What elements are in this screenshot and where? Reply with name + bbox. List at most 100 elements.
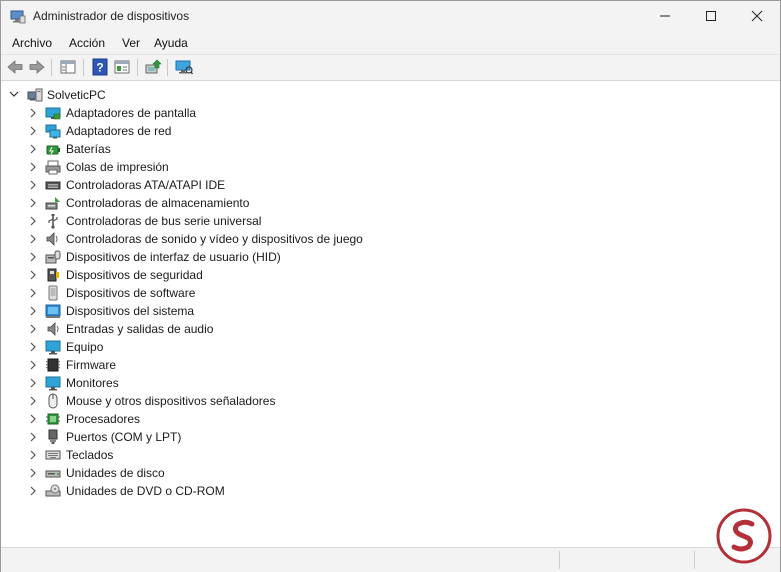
tree-node-category[interactable]: Controladoras de bus serie universal: [1, 212, 501, 230]
tree-node-category[interactable]: Teclados: [1, 446, 501, 464]
show-hide-console-tree-icon[interactable]: [59, 58, 77, 76]
tree-node-label: Adaptadores de pantalla: [66, 106, 197, 120]
tree-node-category[interactable]: Adaptadores de pantalla: [1, 104, 501, 122]
forward-icon[interactable]: [28, 58, 46, 76]
minimize-icon: [660, 15, 670, 17]
tree-node-category[interactable]: Adaptadores de red: [1, 122, 501, 140]
chevron-right-icon[interactable]: [28, 450, 38, 460]
chevron-down-icon[interactable]: [9, 89, 19, 99]
tree-node-category[interactable]: Controladoras ATA/ATAPI IDE: [1, 176, 501, 194]
chevron-right-icon[interactable]: [28, 216, 38, 226]
scan-hardware-icon[interactable]: [175, 58, 193, 76]
tree-node-category[interactable]: Unidades de disco: [1, 464, 501, 482]
chevron-right-icon[interactable]: [28, 432, 38, 442]
chevron-right-icon[interactable]: [28, 342, 38, 352]
tree-node-category[interactable]: Controladoras de almacenamiento: [1, 194, 501, 212]
chevron-right-icon[interactable]: [28, 486, 38, 496]
tree-node-label: Baterías: [66, 142, 111, 156]
update-driver-icon[interactable]: [144, 58, 162, 76]
tree-node-label: Controladoras de sonido y vídeo y dispos…: [66, 232, 363, 246]
solvetic-logo-icon: [716, 508, 772, 564]
chevron-right-icon[interactable]: [28, 306, 38, 316]
toolbar: ?: [1, 54, 780, 81]
menu-accion[interactable]: Acción: [69, 36, 105, 50]
audio-io-icon: [47, 322, 59, 336]
chevron-right-icon[interactable]: [28, 360, 38, 370]
tree-node-category[interactable]: Procesadores: [1, 410, 501, 428]
chevron-right-icon[interactable]: [28, 270, 38, 280]
tree-node-label: Controladoras de almacenamiento: [66, 196, 250, 210]
minimize-button[interactable]: [642, 1, 688, 31]
device-tree[interactable]: SolveticPC Adaptadores de pantalla Adapta…: [1, 81, 780, 547]
display-adapter-icon: [45, 107, 61, 120]
help-icon[interactable]: ?: [91, 58, 109, 76]
tree-node-label: Dispositivos de interfaz de usuario (HID…: [66, 250, 281, 264]
menu-ayuda[interactable]: Ayuda: [154, 36, 188, 50]
chevron-right-icon[interactable]: [28, 468, 38, 478]
close-icon: [751, 10, 763, 22]
tree-node-label: Mouse y otros dispositivos señaladores: [66, 394, 276, 408]
monitor-icon: [45, 376, 61, 391]
tree-node-category[interactable]: Monitores: [1, 374, 501, 392]
properties-icon[interactable]: [113, 58, 131, 76]
tree-node-label: Entradas y salidas de audio: [66, 322, 214, 336]
security-device-icon: [47, 268, 59, 282]
tree-node-category[interactable]: Baterías: [1, 140, 501, 158]
tree-node-category[interactable]: Unidades de DVD o CD-ROM: [1, 482, 501, 500]
chevron-right-icon[interactable]: [28, 288, 38, 298]
chevron-right-icon[interactable]: [28, 108, 38, 118]
dvd-drive-icon: [45, 484, 61, 497]
tree-node-label: Controladoras ATA/ATAPI IDE: [66, 178, 226, 192]
disk-drive-icon: [45, 470, 61, 478]
processor-icon: [46, 413, 60, 425]
tree-node-category[interactable]: Dispositivos del sistema: [1, 302, 501, 320]
print-queue-icon: [45, 160, 61, 175]
tree-node-label: Equipo: [66, 340, 104, 354]
ide-controller-icon: [45, 181, 61, 190]
tree-node-category[interactable]: Equipo: [1, 338, 501, 356]
device-manager-app-icon: [10, 10, 26, 24]
tree-node-category[interactable]: Entradas y salidas de audio: [1, 320, 501, 338]
menu-archivo[interactable]: Archivo: [12, 36, 52, 50]
computer-icon: [45, 340, 61, 355]
chevron-right-icon[interactable]: [28, 396, 38, 406]
chevron-right-icon[interactable]: [28, 126, 38, 136]
tree-root-label: SolveticPC: [47, 88, 106, 102]
chevron-right-icon[interactable]: [28, 234, 38, 244]
maximize-button[interactable]: [688, 1, 734, 31]
tree-node-label: Procesadores: [66, 412, 141, 426]
tree-node-category[interactable]: Firmware: [1, 356, 501, 374]
toolbar-separator: [167, 59, 168, 76]
close-button[interactable]: [734, 1, 780, 31]
chevron-right-icon[interactable]: [28, 324, 38, 334]
tree-node-label: Dispositivos del sistema: [66, 304, 195, 318]
usb-icon: [48, 214, 58, 229]
chevron-right-icon[interactable]: [28, 252, 38, 262]
status-bar: [1, 547, 780, 572]
hid-icon: [45, 250, 61, 264]
tree-node-category[interactable]: Dispositivos de seguridad: [1, 266, 501, 284]
tree-node-category[interactable]: Controladoras de sonido y vídeo y dispos…: [1, 230, 501, 248]
status-bar-divider: [559, 551, 560, 569]
tree-node-category[interactable]: Dispositivos de software: [1, 284, 501, 302]
chevron-right-icon[interactable]: [28, 198, 38, 208]
chevron-right-icon[interactable]: [28, 162, 38, 172]
chevron-right-icon[interactable]: [28, 378, 38, 388]
chevron-right-icon[interactable]: [28, 180, 38, 190]
chevron-right-icon[interactable]: [28, 414, 38, 424]
back-icon[interactable]: [6, 58, 24, 76]
tree-node-category[interactable]: Colas de impresión: [1, 158, 501, 176]
tree-root-node[interactable]: SolveticPC: [1, 86, 301, 104]
menu-ver[interactable]: Ver: [122, 36, 140, 50]
computer-icon: [27, 88, 43, 102]
tree-node-category[interactable]: Mouse y otros dispositivos señaladores: [1, 392, 501, 410]
tree-node-label: Dispositivos de software: [66, 286, 196, 300]
system-device-icon: [45, 304, 61, 318]
tree-node-label: Dispositivos de seguridad: [66, 268, 203, 282]
tree-node-label: Unidades de disco: [66, 466, 165, 480]
tree-node-category[interactable]: Puertos (COM y LPT): [1, 428, 501, 446]
toolbar-separator: [137, 59, 138, 76]
tree-node-label: Unidades de DVD o CD-ROM: [66, 484, 225, 498]
chevron-right-icon[interactable]: [28, 144, 38, 154]
tree-node-category[interactable]: Dispositivos de interfaz de usuario (HID…: [1, 248, 501, 266]
